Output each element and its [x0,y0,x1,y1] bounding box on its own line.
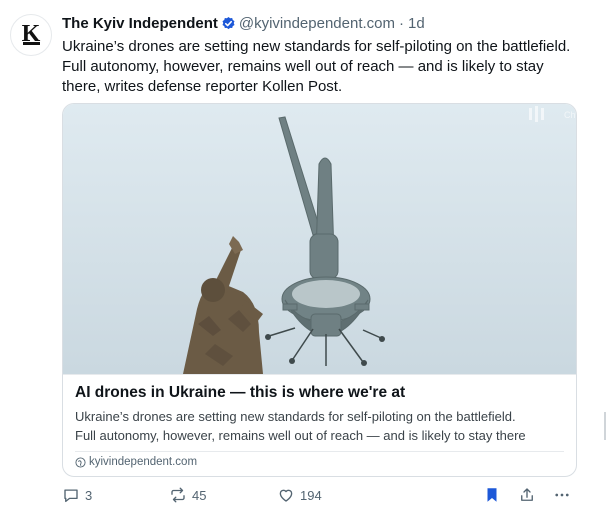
post-timestamp[interactable]: 1d [408,15,425,32]
avatar-logo-underline [23,42,40,45]
more-options-button[interactable] [553,484,571,506]
card-description-line-2: Full autonomy, however, remains well out… [75,428,526,443]
post: K The Kyiv Independent @kyivindependent.… [0,0,610,520]
card-source[interactable]: kyivindependent.com [75,456,197,468]
author-handle[interactable]: @kyivindependent.com [239,15,395,32]
repost-button[interactable]: 45 [169,484,206,506]
share-icon [521,488,533,501]
card-body[interactable]: AI drones in Ukraine — this is where we'… [63,374,576,476]
meta-separator: · [399,14,405,32]
avatar[interactable]: K [10,14,52,56]
verified-badge-icon [221,16,236,31]
drone-photo-icon: Ch [63,104,576,374]
repost-count: 45 [192,487,207,503]
like-button[interactable]: 194 [277,484,322,506]
card-image[interactable]: Ch [63,104,576,374]
link-card[interactable]: Ch AI drones in Ukraine — this is where … [62,103,577,477]
card-description: Ukraine’s drones are setting new standar… [75,407,567,445]
reply-icon [64,489,78,503]
card-divider [75,451,564,452]
bookmark-icon [487,488,497,502]
more-icon [555,493,569,497]
like-count: 194 [300,487,322,503]
card-title[interactable]: AI drones in Ukraine — this is where we'… [75,384,405,402]
repost-icon [171,487,185,503]
post-text: Ukraine’s drones are setting new standar… [62,38,571,95]
globe-icon [75,456,86,468]
post-header: The Kyiv Independent @kyivindependent.co… [62,13,425,33]
author-name[interactable]: The Kyiv Independent [62,15,218,32]
svg-text:Ch: Ch [564,110,576,120]
heart-icon [279,489,293,502]
bookmark-button[interactable] [483,484,501,506]
reply-count: 3 [85,487,93,503]
share-button[interactable] [518,484,536,506]
card-description-line-1: Ukraine’s drones are setting new standar… [75,409,516,424]
scrollbar-thumb[interactable] [604,412,606,440]
post-actions: 3 45 194 [62,484,577,506]
card-source-domain: kyivindependent.com [89,456,198,468]
reply-button[interactable]: 3 [62,484,92,506]
